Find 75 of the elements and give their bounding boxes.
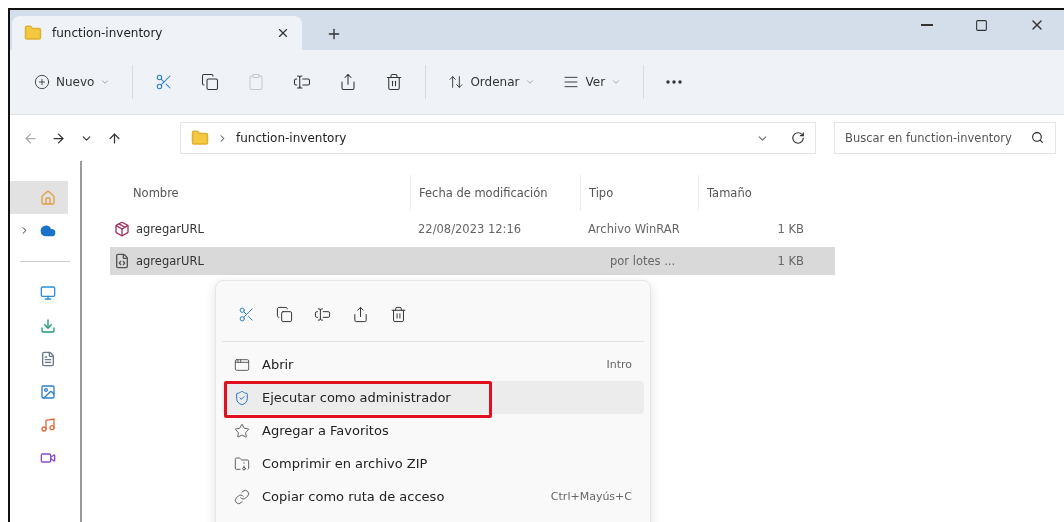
new-button[interactable]: Nuevo bbox=[20, 64, 125, 100]
file-row[interactable]: agregarURL 22/08/2023 12:16 Archivo WinRAR 1 KB bbox=[110, 215, 835, 243]
sort-icon bbox=[448, 74, 465, 90]
archive-icon bbox=[114, 221, 130, 237]
lines-icon bbox=[563, 74, 580, 90]
trash-icon bbox=[389, 305, 407, 323]
caret-icon bbox=[100, 77, 111, 87]
menu-item[interactable]: Abrir Intro bbox=[222, 348, 644, 381]
window-icon bbox=[234, 356, 250, 373]
refresh-button[interactable] bbox=[791, 131, 805, 145]
star-icon bbox=[234, 422, 250, 439]
music-icon bbox=[40, 416, 56, 433]
file-name: agregarURL bbox=[136, 254, 204, 268]
new-tab-button[interactable] bbox=[326, 26, 342, 42]
path-icon bbox=[234, 488, 250, 505]
menu-label: Agregar a Favoritos bbox=[262, 423, 390, 438]
rename-icon bbox=[293, 73, 312, 91]
share-icon bbox=[351, 305, 369, 323]
file-size: 1 KB bbox=[776, 254, 805, 268]
scissors-icon bbox=[237, 305, 255, 323]
refresh-icon bbox=[791, 131, 805, 145]
copy-icon bbox=[275, 305, 293, 323]
copy-icon bbox=[201, 73, 220, 91]
share-icon bbox=[339, 73, 358, 91]
download-icon bbox=[40, 317, 56, 334]
maximize-icon bbox=[975, 18, 988, 32]
modified-date: 22/08/2023 12:16 bbox=[417, 222, 523, 236]
shortcut-text: Intro bbox=[606, 358, 632, 371]
back-arrow-icon bbox=[22, 130, 38, 146]
folder-icon bbox=[24, 24, 42, 42]
file-type: por lotes ... bbox=[609, 254, 677, 268]
sort-button[interactable]: Ordenar bbox=[434, 64, 550, 100]
more-icon bbox=[666, 80, 683, 84]
plus-icon bbox=[326, 26, 342, 42]
file-size: 1 KB bbox=[776, 222, 805, 236]
caret-icon bbox=[525, 77, 536, 87]
minimize-icon bbox=[920, 24, 933, 26]
column-header[interactable]: Tipo bbox=[580, 175, 698, 211]
folder-icon bbox=[191, 129, 209, 147]
column-header[interactable]: Nombre bbox=[110, 175, 410, 211]
menu-label: Copiar como ruta de acceso bbox=[262, 489, 446, 504]
menu-item[interactable]: Copiar como ruta de acceso Ctrl+Mayús+C bbox=[222, 480, 644, 513]
picture-icon bbox=[40, 383, 56, 400]
menu-item[interactable]: Agregar a Favoritos bbox=[222, 414, 644, 447]
desktop-icon bbox=[40, 284, 56, 301]
plus-circle-icon bbox=[34, 74, 50, 90]
paste-icon bbox=[247, 73, 266, 91]
batch-file-icon bbox=[114, 253, 130, 269]
search-field[interactable]: Buscar en function-inventory bbox=[834, 122, 1056, 154]
menu-label: Comprimir en archivo ZIP bbox=[262, 456, 429, 471]
view-button[interactable]: Ver bbox=[549, 64, 636, 100]
file-type: Archivo WinRAR bbox=[587, 222, 681, 236]
breadcrumb[interactable]: function-inventory bbox=[236, 131, 347, 145]
rename-icon bbox=[313, 305, 331, 323]
menu-label: Abrir bbox=[262, 357, 295, 372]
zip-folder-icon bbox=[234, 455, 250, 472]
search-icon bbox=[1031, 131, 1044, 144]
trash-icon bbox=[385, 73, 404, 91]
file-name: agregarURL bbox=[136, 222, 204, 236]
menu-label: Ejecutar como administrador bbox=[262, 390, 452, 405]
file-row[interactable]: agregarURL por lotes ... 1 KB bbox=[110, 247, 835, 275]
close-tab-button[interactable] bbox=[276, 26, 290, 40]
caret-icon bbox=[611, 77, 622, 87]
shortcut-text: Ctrl+Mayús+C bbox=[550, 490, 632, 503]
home-icon bbox=[40, 189, 56, 206]
address-field[interactable]: function-inventory bbox=[180, 122, 816, 154]
menu-item[interactable]: Comprimir en archivo ZIP bbox=[222, 447, 644, 480]
document-icon bbox=[40, 350, 56, 367]
column-header[interactable]: Fecha de modificación bbox=[410, 175, 580, 211]
column-header[interactable]: Tamaño bbox=[698, 175, 808, 211]
tab-label: function-inventory bbox=[52, 26, 164, 40]
close-icon bbox=[276, 26, 290, 40]
shield-icon bbox=[234, 389, 250, 406]
forward-arrow-icon bbox=[50, 130, 66, 146]
tab[interactable]: function-inventory bbox=[12, 16, 302, 50]
